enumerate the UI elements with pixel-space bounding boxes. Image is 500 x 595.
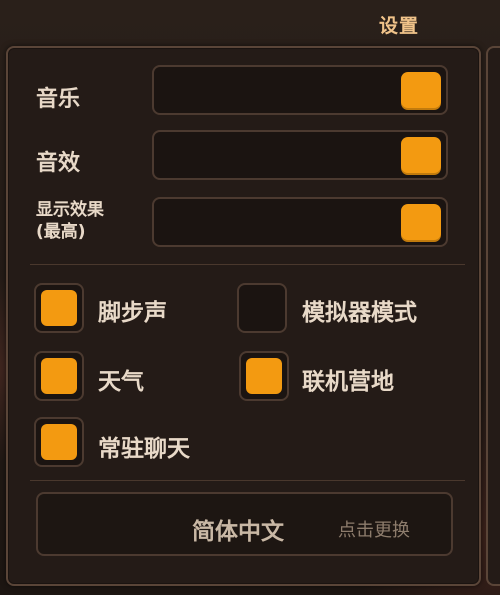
section-divider xyxy=(30,264,465,265)
language-change-button[interactable]: 点击更换 xyxy=(338,516,410,542)
side-panel-edge xyxy=(486,46,500,586)
sound-effects-slider[interactable] xyxy=(152,130,448,180)
weather-checkbox[interactable] xyxy=(34,351,84,401)
footsteps-label: 脚步声 xyxy=(98,300,167,326)
display-quality-label-line2: (最高) xyxy=(36,222,86,242)
emulator-mode-label: 模拟器模式 xyxy=(302,300,417,326)
footsteps-check-mark xyxy=(41,290,77,326)
music-slider-knob[interactable] xyxy=(401,72,441,110)
footsteps-checkbox[interactable] xyxy=(34,283,84,333)
display-quality-label: 显示效果 (最高) xyxy=(36,199,104,243)
weather-label: 天气 xyxy=(98,369,144,395)
display-quality-label-line1: 显示效果 xyxy=(36,200,104,220)
section-divider xyxy=(30,480,465,481)
persistent-chat-check-mark xyxy=(41,424,77,460)
persistent-chat-label: 常驻聊天 xyxy=(98,436,190,462)
language-current: 简体中文 xyxy=(192,519,284,545)
music-label: 音乐 xyxy=(36,87,81,112)
online-camp-label: 联机营地 xyxy=(302,369,394,395)
weather-check-mark xyxy=(41,358,77,394)
display-quality-slider[interactable] xyxy=(152,197,448,247)
display-quality-slider-knob[interactable] xyxy=(401,204,441,242)
sound-effects-slider-knob[interactable] xyxy=(401,137,441,175)
emulator-mode-checkbox[interactable] xyxy=(237,283,287,333)
sound-effects-label: 音效 xyxy=(36,151,81,176)
online-camp-checkbox[interactable] xyxy=(239,351,289,401)
online-camp-check-mark xyxy=(246,358,282,394)
music-slider[interactable] xyxy=(152,65,448,115)
persistent-chat-checkbox[interactable] xyxy=(34,417,84,467)
page-title: 设置 xyxy=(378,15,419,37)
